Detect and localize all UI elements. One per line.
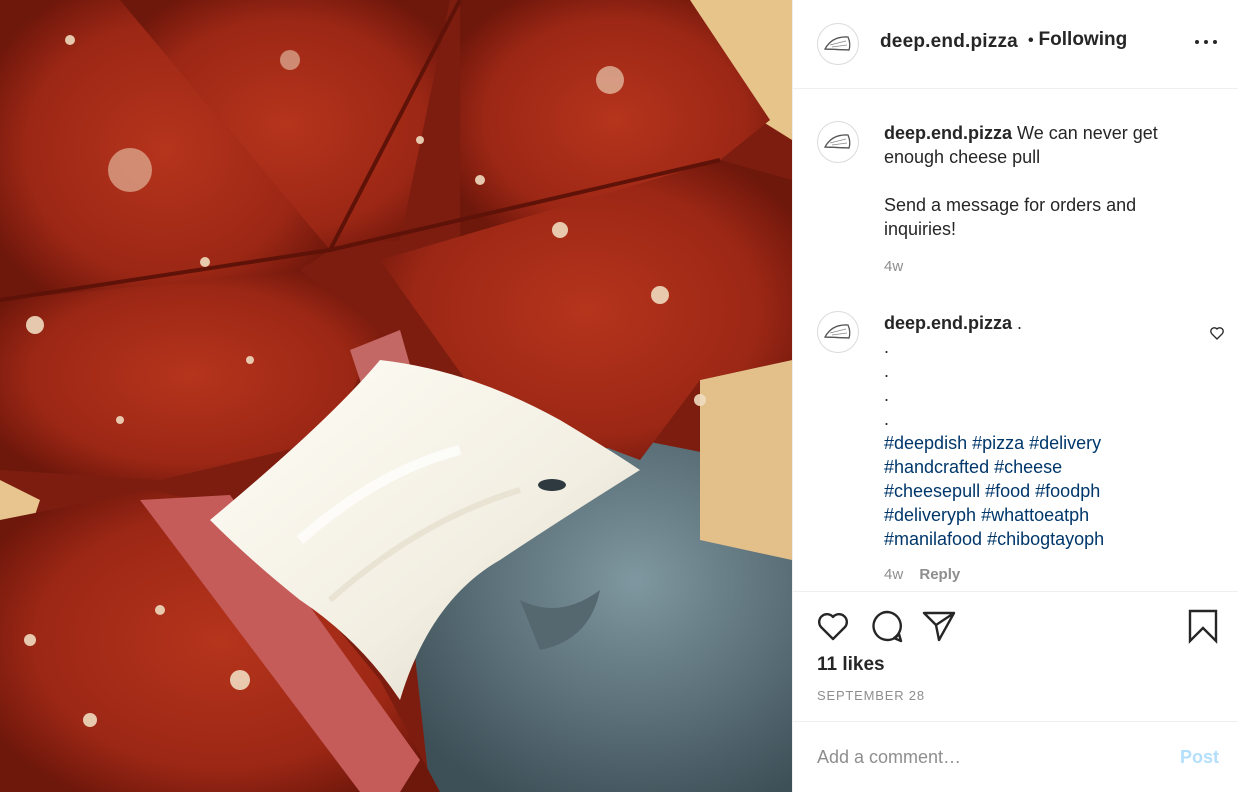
comment-username-link[interactable]: deep.end.pizza	[884, 313, 1012, 333]
pizza-logo-icon	[823, 36, 851, 51]
hashtag-line: #manilafood #chibogtayoph	[884, 527, 1204, 551]
comment-age[interactable]: 4w	[884, 566, 903, 583]
reply-button[interactable]: Reply	[919, 566, 960, 583]
caption-age[interactable]: 4w	[884, 258, 903, 275]
hashtag-line: #deepdish #pizza #delivery	[884, 431, 1204, 455]
caption-meta: 4w	[884, 257, 1204, 277]
hashtag-link[interactable]: #cheesepull	[884, 481, 980, 501]
like-heart-icon[interactable]	[815, 608, 851, 644]
post-details-panel: deep.end.pizza • Following deep.end.pizz…	[792, 0, 1238, 792]
comment-dot-line: .	[884, 385, 890, 405]
hashtag-line: #cheesepull #food #foodph	[884, 479, 1204, 503]
comment-text: .	[1017, 313, 1023, 333]
post-header: deep.end.pizza • Following	[793, 0, 1238, 89]
header-separator: •	[1027, 32, 1034, 49]
avatar[interactable]	[817, 23, 859, 65]
caption: deep.end.pizza We can never get enough c…	[817, 121, 1217, 291]
likes-count[interactable]: 11 likes	[817, 654, 885, 676]
post-actions	[793, 608, 1238, 648]
post-comment-button[interactable]: Post	[1180, 747, 1219, 768]
following-button[interactable]: Following	[1039, 29, 1128, 51]
comment-dot-line: .	[884, 361, 890, 381]
hashtag-link[interactable]: #pizza	[972, 433, 1024, 453]
comment-input[interactable]	[817, 746, 1180, 768]
hashtag-link[interactable]: #whattoeatph	[981, 505, 1089, 525]
pizza-image	[0, 0, 792, 792]
pizza-logo-icon	[823, 134, 851, 149]
hashtag-line: #handcrafted #cheese	[884, 455, 1204, 479]
post-date[interactable]: SEPTEMBER 28	[817, 688, 925, 703]
caption-text-2: Send a message for orders and inquiries!	[884, 195, 1137, 239]
add-comment-bar: Post	[793, 721, 1238, 792]
avatar[interactable]	[817, 121, 859, 163]
hashtag-link[interactable]: #food	[985, 481, 1030, 501]
share-paper-plane-icon[interactable]	[921, 608, 957, 644]
hashtag-link[interactable]: #delivery	[1029, 433, 1101, 453]
hashtag-link[interactable]: #chibogtayoph	[987, 529, 1104, 549]
hashtag-link[interactable]: #foodph	[1035, 481, 1100, 501]
comment-like-heart-icon[interactable]	[1209, 325, 1225, 341]
more-options-icon[interactable]	[1195, 32, 1217, 52]
hashtag-link[interactable]: #manilafood	[884, 529, 982, 549]
comments-list[interactable]: deep.end.pizza We can never get enough c…	[793, 90, 1238, 592]
save-bookmark-icon[interactable]	[1185, 608, 1221, 644]
hashtag-link[interactable]: #deepdish	[884, 433, 967, 453]
comment-item: deep.end.pizza . . . . . #deepdish #pizz…	[817, 311, 1217, 591]
comment-bubble-icon[interactable]	[869, 608, 905, 644]
comment-meta: 4w Reply	[884, 565, 1204, 585]
pizza-logo-icon	[823, 324, 851, 339]
avatar[interactable]	[817, 311, 859, 353]
caption-username-link[interactable]: deep.end.pizza	[884, 123, 1012, 143]
comment-dot-line: .	[884, 337, 890, 357]
hashtag-link[interactable]: #handcrafted	[884, 457, 989, 477]
comment-dot-line: .	[884, 409, 890, 429]
header-username-link[interactable]: deep.end.pizza	[880, 31, 1018, 53]
hashtag-line: #deliveryph #whattoeatph	[884, 503, 1204, 527]
hashtag-link[interactable]: #deliveryph	[884, 505, 976, 525]
hashtag-link[interactable]: #cheese	[994, 457, 1062, 477]
post-photo[interactable]	[0, 0, 792, 792]
